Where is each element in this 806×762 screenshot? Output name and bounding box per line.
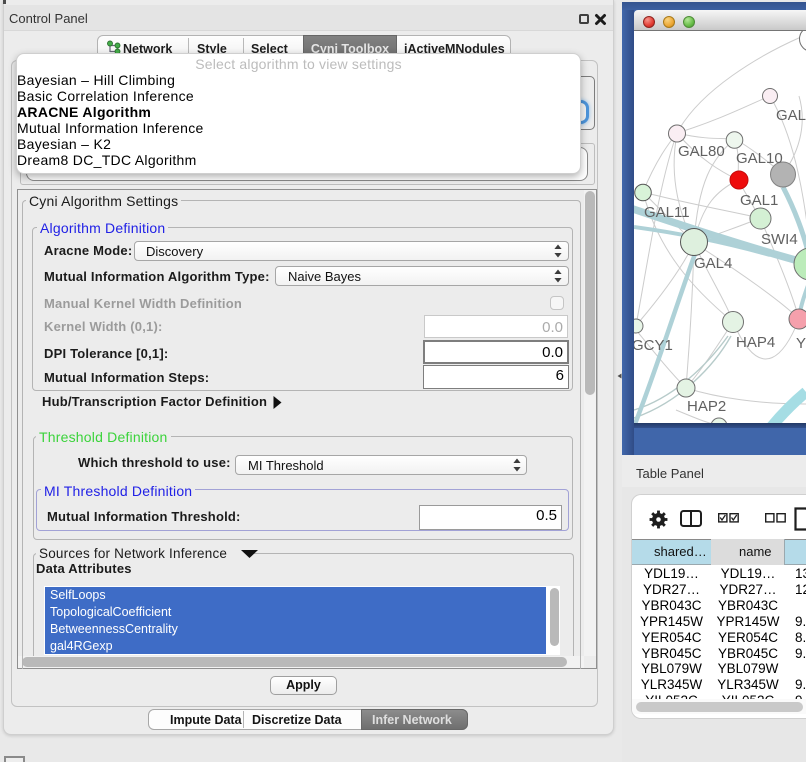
svg-text:GAL1: GAL1 [740, 192, 778, 209]
svg-text:Y: Y [796, 335, 806, 352]
svg-text:SWI4: SWI4 [761, 231, 798, 248]
svg-text:GAL10: GAL10 [736, 150, 783, 167]
svg-text:GAL11: GAL11 [644, 204, 690, 221]
svg-text:GAL: GAL [776, 107, 806, 124]
svg-text:HAP4: HAP4 [736, 334, 775, 351]
svg-text:GAL80: GAL80 [678, 143, 725, 160]
svg-text:HAP2: HAP2 [687, 398, 726, 415]
svg-text:GCY1: GCY1 [634, 337, 673, 354]
svg-text:GAL4: GAL4 [694, 255, 732, 272]
